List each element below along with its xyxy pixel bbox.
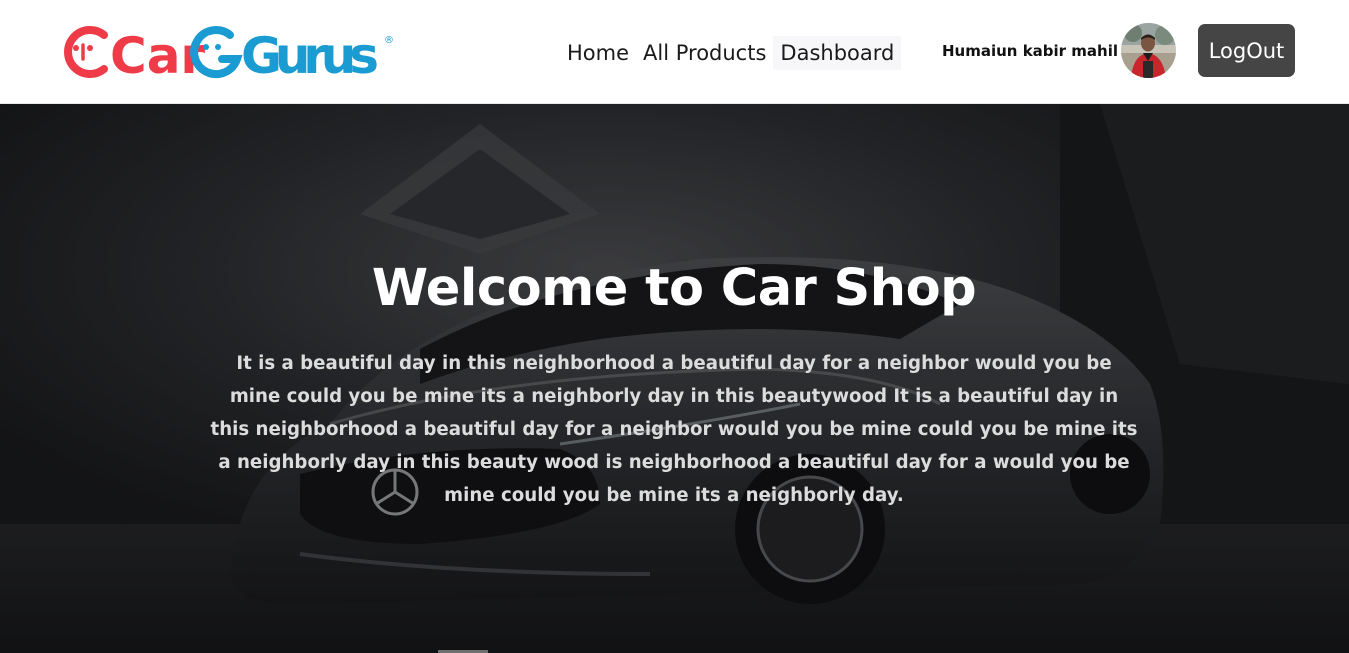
logo-face-c-icon	[64, 26, 108, 78]
user-avatar[interactable]	[1121, 23, 1176, 78]
main-nav: Home All Products Dashboard	[560, 36, 902, 70]
nav-dashboard-link[interactable]: Dashboard	[773, 36, 902, 70]
nav-home-link[interactable]: Home	[560, 36, 636, 70]
user-display-name: Humaiun kabir mahil	[942, 42, 1119, 60]
nav-all-products-link[interactable]: All Products	[636, 36, 773, 70]
navbar: Car Gurus ® Home All Products Dashboard …	[0, 0, 1349, 104]
hero-content: Welcome to Car Shop It is a beautiful da…	[200, 256, 1148, 512]
logo-registered-mark: ®	[384, 35, 394, 46]
hero-title: Welcome to Car Shop	[371, 259, 977, 318]
user-avatar-photo-icon	[1121, 23, 1176, 78]
logout-button[interactable]: LogOut	[1198, 24, 1295, 77]
hero-description: It is a beautiful day in this neighborho…	[210, 353, 1138, 506]
cargurus-logo[interactable]: Car Gurus ®	[56, 21, 396, 83]
hero-banner: Welcome to Car Shop It is a beautiful da…	[0, 104, 1349, 653]
logo-text-gurus: Gurus	[241, 27, 379, 83]
